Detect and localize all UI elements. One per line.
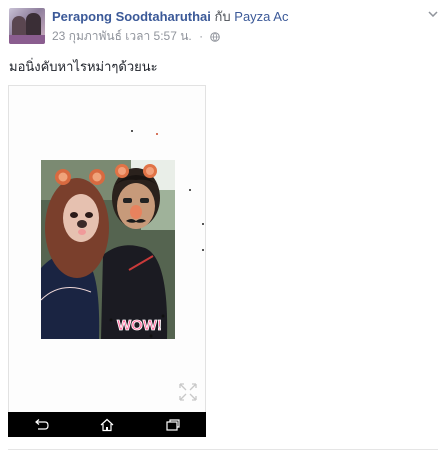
recent-apps-icon[interactable] <box>165 418 181 432</box>
globe-icon[interactable] <box>210 32 221 42</box>
tagged-friend-link[interactable]: Payza Ac <box>234 9 288 24</box>
post-header: Perapong Soodtaharuthai กับ Payza Ac <box>52 8 288 25</box>
back-icon[interactable] <box>33 418 49 432</box>
chevron-down-icon[interactable] <box>428 11 438 17</box>
author-name-link[interactable]: Perapong Soodtaharuthai <box>52 9 211 24</box>
meta-separator: · <box>199 29 204 43</box>
post-message: มอนิ่งคับหาไรหม่าๆด้วยนะ <box>9 59 158 74</box>
wow-sticker-text: WOW! <box>117 317 162 334</box>
post-photo[interactable]: WOW! <box>8 85 206 437</box>
fullscreen-icon[interactable] <box>178 382 198 402</box>
home-icon[interactable] <box>99 418 115 432</box>
feed-post: Perapong Soodtaharuthai กับ Payza Ac 23 … <box>0 0 446 457</box>
author-avatar[interactable] <box>9 8 45 44</box>
post-timestamp[interactable]: 23 กุมภาพันธ์ เวลา 5:57 น. <box>52 29 192 43</box>
android-nav-bar <box>8 412 206 437</box>
with-label: กับ <box>214 9 231 24</box>
post-divider <box>8 449 438 450</box>
selfie-image: WOW! <box>41 160 175 339</box>
post-meta: 23 กุมภาพันธ์ เวลา 5:57 น. · <box>52 29 221 44</box>
